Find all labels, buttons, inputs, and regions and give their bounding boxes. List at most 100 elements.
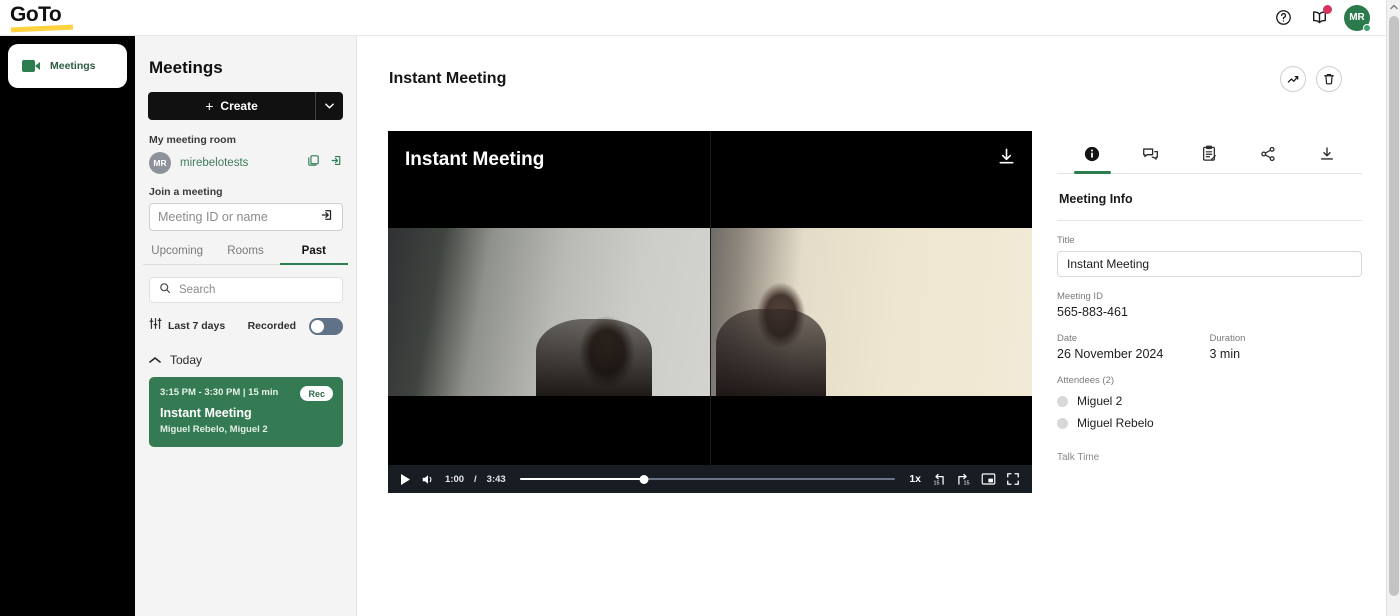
sidebar-item-meetings[interactable]: Meetings [8,44,127,88]
tab-download[interactable] [1297,131,1356,173]
svg-text:15: 15 [934,480,940,486]
create-button[interactable]: + Create [148,92,315,120]
room-actions [307,154,343,172]
info-circle-icon [1085,146,1100,161]
player-controls: 1:00 / 3:43 1x 15 15 [388,465,1032,493]
total-time: 3:43 [486,473,506,485]
avatar [1057,417,1068,429]
left-nav-rail: Meetings [0,36,135,616]
create-button-label: Create [220,99,258,113]
tab-chat[interactable] [1122,131,1181,173]
tab-upcoming[interactable]: Upcoming [143,245,211,264]
duration-value: 3 min [1209,347,1241,361]
status-badge: Rec [300,386,333,401]
create-dropdown-button[interactable] [315,92,343,120]
tab-rooms[interactable]: Rooms [211,245,279,264]
sidebar-item-label: Meetings [50,60,96,72]
my-meeting-room-row: MR mirebelotests [149,152,343,174]
video-grid [388,131,1032,493]
join-meeting-label: Join a meeting [149,186,223,198]
play-icon[interactable] [400,473,411,486]
divider [1057,220,1362,221]
join-submit-icon[interactable] [320,208,334,227]
group-header-today[interactable]: Today [149,351,356,369]
copy-icon[interactable] [307,154,320,172]
progress-slider[interactable] [519,472,896,486]
meeting-id-label: Meeting ID [1057,291,1103,302]
open-book-icon[interactable] [1308,4,1332,29]
meeting-list-item[interactable]: 3:15 PM - 3:30 PM | 15 min Rec Instant M… [149,377,343,447]
tab-info[interactable] [1063,131,1122,174]
share-icon [1261,146,1275,161]
svg-text:15: 15 [964,480,970,486]
goto-logo[interactable]: GoTo [10,4,73,32]
progress-thumb[interactable] [639,474,649,484]
recorded-toggle[interactable] [309,317,343,335]
download-icon[interactable] [997,147,1016,171]
join-meeting-input[interactable] [158,210,320,224]
user-avatar[interactable]: MR [1344,4,1371,32]
video-tile-participant-2 [710,131,1032,493]
join-meeting-field[interactable] [149,203,343,231]
current-time: 1:00 [445,473,465,485]
meetings-panel: Meetings + Create My meeting room MR mir… [135,36,357,616]
video-feed-image [388,228,710,397]
search-icon [159,281,171,299]
video-feed-image [710,228,1032,397]
plus-icon: + [205,98,214,114]
caret-up-icon[interactable] [1387,0,1400,14]
room-name-link[interactable]: mirebelotests [180,157,248,169]
attendees-label: Attendees (2) [1057,375,1115,386]
scrollbar-thumb[interactable] [1389,16,1399,596]
delete-button[interactable] [1316,66,1342,92]
rewind-15-icon[interactable]: 15 [931,472,946,487]
talk-time-label: Talk Time [1057,452,1100,463]
tab-notes[interactable] [1180,131,1239,173]
app-root: GoTo MR Meetings Meetings + Create My me… [0,0,1400,616]
meeting-title: Instant Meeting [160,406,252,420]
video-camera-icon [22,60,40,72]
duration-label: Duration [1209,333,1246,344]
attendee-row: Miguel 2 [1057,394,1362,408]
recorded-toggle-label: Recorded [247,320,296,332]
title-field[interactable] [1057,251,1362,277]
search-field[interactable] [149,277,343,303]
search-input[interactable] [179,284,333,296]
filter-row: Last 7 days Recorded [149,317,343,335]
date-label: Date [1057,333,1078,344]
notes-clipboard-icon [1203,145,1217,161]
presence-status-dot [1363,23,1371,32]
chat-bubbles-icon [1143,147,1159,160]
sliders-icon[interactable] [149,317,162,335]
attendee-name: Miguel Rebelo [1077,416,1154,430]
tab-past[interactable]: Past [279,245,349,265]
time-separator: / [474,473,477,485]
tab-share[interactable] [1239,131,1298,173]
question-circle-icon[interactable] [1272,7,1294,29]
playback-speed-button[interactable]: 1x [909,473,921,485]
panel-title: Meetings [149,58,223,77]
info-panel-heading: Meeting Info [1059,192,1133,206]
group-title: Today [170,353,203,367]
date-value: 26 November 2024 [1057,347,1164,361]
main-content: Instant Meeting Instant Meeting 1:00 / 3… [357,36,1386,616]
toggle-knob [311,319,324,333]
forward-15-icon[interactable]: 15 [956,472,971,487]
analytics-button[interactable] [1280,66,1306,92]
top-bar-actions: MR [1272,4,1371,32]
video-player[interactable]: Instant Meeting 1:00 / 3:43 1x 15 15 [388,131,1032,493]
picture-in-picture-icon[interactable] [981,472,996,486]
page-scrollbar[interactable] [1386,0,1400,616]
title-input[interactable] [1067,257,1352,271]
tile-divider [710,131,711,493]
fullscreen-icon[interactable] [1006,472,1020,486]
date-filter-label[interactable]: Last 7 days [168,320,225,332]
enter-arrow-icon[interactable] [330,154,343,172]
room-avatar-initials: MR [153,158,167,168]
date-duration-row: Date 26 November 2024 Duration 3 min [1057,319,1362,361]
top-bar: GoTo MR [0,0,1386,36]
avatar-initials: MR [1349,12,1365,23]
title-field-label: Title [1057,235,1075,246]
page-actions [1280,66,1342,92]
volume-icon[interactable] [421,473,435,486]
